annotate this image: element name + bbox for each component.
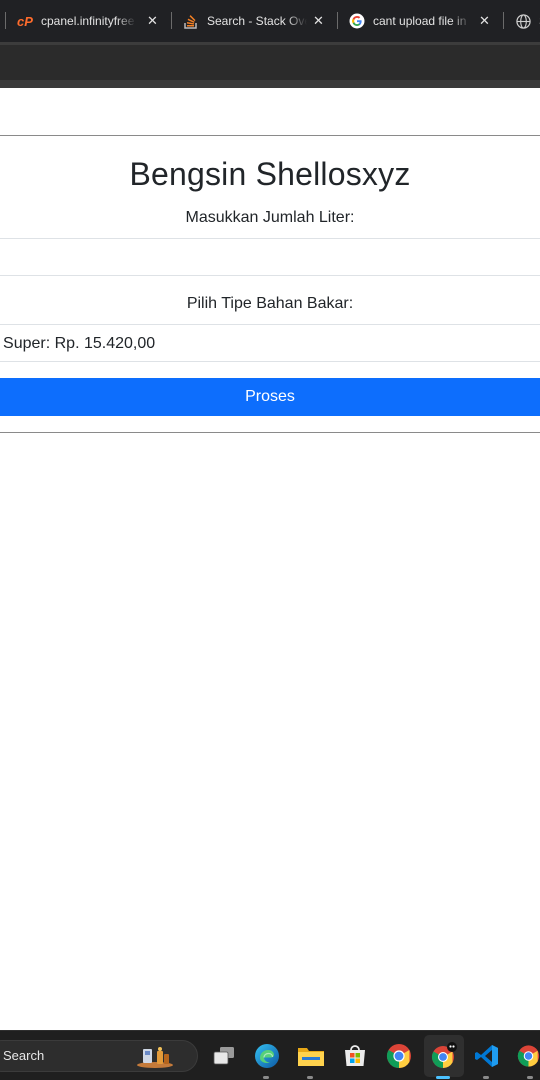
running-indicator: [527, 1076, 533, 1079]
tab-google-search[interactable]: cant upload file in ✕: [349, 6, 494, 36]
fuel-type-label: Pilih Tipe Bahan Bakar:: [186, 295, 354, 312]
tab-title: cpanel.infinityfree: [41, 14, 135, 28]
tab-separator: [337, 12, 338, 29]
toolbar-divider: [0, 80, 540, 88]
fuel-type-selected: Shell Super: Rp. 15.420,00: [0, 335, 156, 352]
tab-separator: [171, 12, 172, 29]
tab-close-icon[interactable]: ✕: [479, 13, 490, 29]
search-highlight-icon: [135, 1045, 175, 1069]
chrome-icon[interactable]: [385, 1042, 413, 1070]
process-button[interactable]: Proses: [0, 378, 540, 416]
taskbar-search-box[interactable]: Search: [0, 1040, 198, 1072]
google-icon: [349, 13, 365, 29]
active-indicator: [436, 1076, 450, 1079]
tab-separator: [503, 12, 504, 29]
running-indicator: [483, 1076, 489, 1079]
running-indicator: [263, 1076, 269, 1079]
svg-text:cP: cP: [17, 14, 33, 28]
chrome-profile-icon[interactable]: [517, 1042, 540, 1070]
web-page: Bengsin Shellosxyz Masukkan Jumlah Liter…: [0, 88, 540, 1030]
cpanel-icon: cP: [17, 13, 33, 29]
taskbar-search-label: Search: [3, 1048, 45, 1063]
globe-icon: [515, 13, 531, 29]
fuel-type-select[interactable]: Shell Super: Rp. 15.420,00: [0, 324, 540, 362]
tab-title: Search - Stack Overflow: [207, 14, 307, 28]
tab-close-icon[interactable]: ✕: [147, 13, 158, 29]
page-title: Bengsin Shellosxyz: [129, 156, 411, 192]
tab-close-icon[interactable]: ✕: [313, 13, 324, 29]
browser-toolbar: [0, 42, 540, 80]
liter-input[interactable]: [0, 238, 540, 276]
file-explorer-icon[interactable]: [297, 1042, 325, 1070]
task-view-icon[interactable]: [210, 1042, 238, 1070]
running-indicator: [307, 1076, 313, 1079]
stackoverflow-icon: [183, 13, 199, 29]
bottom-divider: [0, 432, 540, 433]
tab-cpanel[interactable]: cP cpanel.infinityfree ✕: [17, 6, 162, 36]
tab-stackoverflow[interactable]: Search - Stack Overflow ✕: [183, 6, 328, 36]
chrome-dev-icon[interactable]: [430, 1042, 458, 1070]
browser-tab-strip: cP cpanel.infinityfree ✕ Search - Stack …: [0, 0, 540, 42]
tab-partial[interactable]: S: [515, 6, 540, 36]
liter-label: Masukkan Jumlah Liter:: [185, 209, 355, 226]
top-divider: [0, 135, 540, 136]
vscode-icon[interactable]: [473, 1042, 501, 1070]
windows-taskbar: Search: [0, 1030, 540, 1080]
microsoft-store-icon[interactable]: [341, 1042, 369, 1070]
edge-icon[interactable]: [253, 1042, 281, 1070]
tab-separator: [5, 12, 6, 29]
tab-title: cant upload file in: [373, 14, 467, 28]
